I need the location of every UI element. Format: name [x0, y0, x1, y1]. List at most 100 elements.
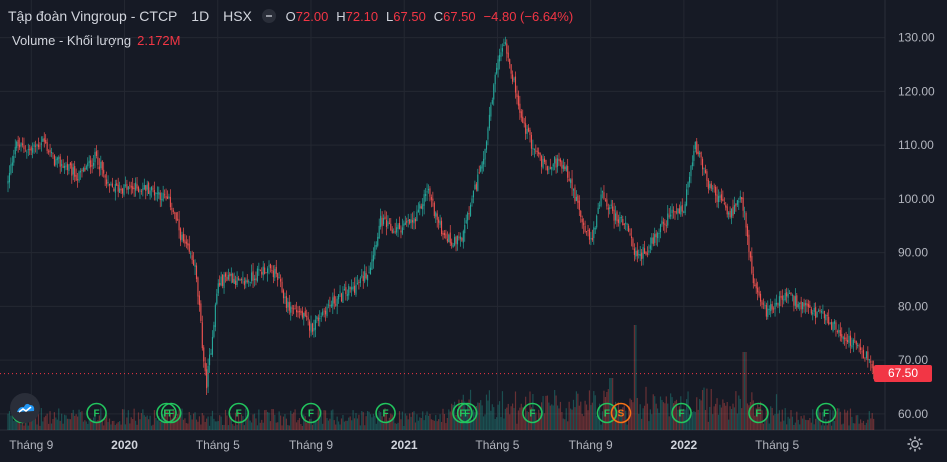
volume-label[interactable]: Volume - Khối lượng [12, 33, 131, 48]
price-axis[interactable]: 60.0070.0080.0090.00100.00110.00120.0013… [898, 31, 935, 421]
candlestick-chart[interactable]: FFFFFFFFFFFSFFF 60.0070.0080.0090.00100.… [0, 0, 947, 462]
volume-bar [525, 396, 527, 430]
volume-bar [639, 404, 641, 430]
volume-bar [146, 415, 148, 430]
candle-body [311, 323, 314, 332]
candle-body [111, 183, 113, 188]
candle-body [21, 143, 24, 146]
candle-body [802, 302, 804, 310]
candle-body [232, 273, 234, 283]
volume-bar [519, 407, 521, 430]
candle-body [62, 165, 64, 168]
volume-bar [135, 420, 137, 430]
candle-body [159, 192, 161, 200]
volume-bar [208, 425, 211, 430]
volume-bar [587, 410, 589, 430]
volume-bar [728, 419, 730, 430]
volume-bar [783, 420, 785, 430]
candle-body [388, 222, 390, 224]
candle-body [265, 272, 267, 274]
candle-body [365, 273, 367, 279]
volume-bar [121, 409, 124, 430]
candle-body [791, 294, 793, 296]
candle-body [758, 291, 760, 296]
volume-bar [667, 403, 669, 430]
candle-body [164, 194, 166, 196]
volume-bar [61, 413, 63, 430]
candle-body [678, 208, 680, 214]
event-label: F [755, 409, 761, 420]
volume-bar [406, 415, 408, 430]
candle-body [648, 250, 650, 253]
candle-body [855, 341, 857, 345]
event-markers[interactable]: FFFFFFFFFFFSFFF [11, 402, 837, 424]
volume-bar [791, 416, 794, 430]
candle-body [19, 144, 21, 148]
eye-icon[interactable] [261, 9, 276, 23]
volume-bar [401, 411, 403, 430]
candle-body [454, 237, 456, 246]
candle-body [233, 278, 235, 284]
volume-bar [552, 405, 554, 430]
volume-bar [288, 425, 290, 430]
volume-bar [40, 408, 42, 430]
candle-body [638, 254, 640, 255]
candle-body [732, 206, 734, 216]
volume-bar [773, 415, 775, 430]
settings-gear-icon[interactable] [906, 435, 924, 453]
volume-bar [668, 416, 670, 430]
candle-body [746, 226, 749, 237]
y-tick-label: 60.00 [898, 407, 928, 421]
volume-bar [59, 420, 61, 430]
volume-bar [75, 414, 77, 430]
volume-bar [332, 409, 334, 430]
candle-body [688, 176, 691, 183]
volume-bar [564, 419, 566, 430]
candle-body [572, 189, 575, 191]
candle-body [496, 67, 498, 74]
volume-bar [870, 418, 872, 430]
volume-bar [581, 413, 583, 430]
candle-body [198, 295, 200, 306]
symbol-title[interactable]: Tập đoàn Vingroup - CTCP [8, 8, 177, 24]
volume-bar [50, 423, 53, 430]
candle-body [323, 310, 325, 312]
candle-body [871, 363, 873, 369]
time-axis[interactable]: Tháng 9 2020 Tháng 5 Tháng 9 2021 Tháng 5 Thán… [9, 438, 799, 452]
event-marker[interactable]: F [86, 402, 107, 424]
volume-bar [545, 395, 547, 430]
candle-body [761, 301, 763, 305]
volume-bar [316, 421, 318, 430]
candle-body [728, 212, 730, 215]
volume-bar [838, 408, 840, 430]
volume-bar [232, 424, 234, 430]
volume-bar [730, 408, 733, 430]
tradingview-logo-icon[interactable] [10, 393, 40, 423]
candle-body [110, 183, 112, 185]
candle-body [696, 141, 698, 154]
volume-bar [111, 421, 113, 430]
candle-body [847, 340, 849, 343]
interval-label[interactable]: 1D [191, 8, 209, 24]
volume-bar [497, 404, 499, 430]
candle-body [449, 232, 451, 244]
volume-bar [807, 420, 809, 430]
candle-body [272, 270, 274, 278]
candle-body [27, 149, 29, 151]
volume-bar [222, 424, 224, 430]
volume-bar [864, 425, 866, 430]
candle-body [46, 142, 48, 151]
chart-area[interactable]: FFFFFFFFFFFSFFF 60.0070.0080.0090.00100.… [0, 0, 947, 462]
volume-bar [839, 411, 841, 430]
candles [7, 36, 875, 396]
candle-body [471, 198, 473, 203]
volume-bar [391, 414, 393, 430]
volume-bar [443, 413, 446, 430]
candle-body [383, 218, 385, 225]
candle-body [162, 192, 164, 201]
candle-body [610, 204, 612, 206]
low-value: 67.50 [393, 9, 426, 24]
volume-bar [345, 420, 347, 430]
candle-body [114, 184, 116, 193]
candle-body [16, 141, 18, 149]
